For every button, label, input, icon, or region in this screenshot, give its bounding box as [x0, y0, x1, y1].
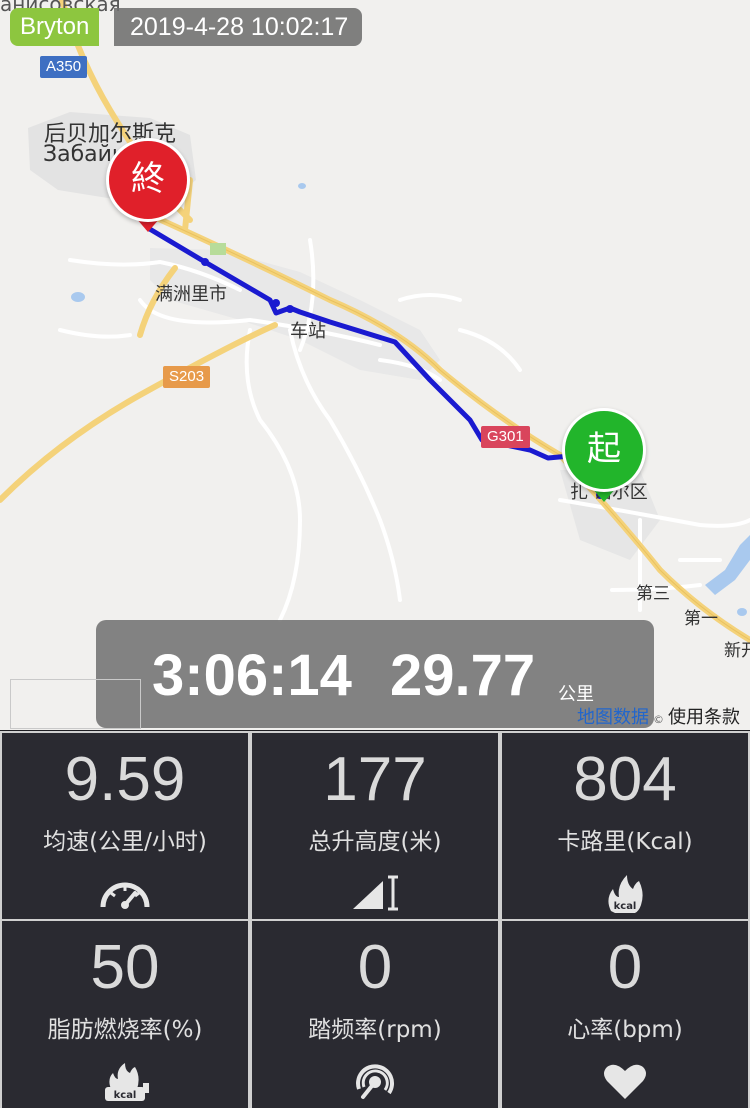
stat-label: 均速(公里/小时) [43, 829, 207, 855]
brand-tag: Bryton [10, 8, 100, 46]
stat-value: 50 [90, 933, 160, 1002]
fat-burn-icon: kcal [99, 1059, 151, 1103]
stat-label: 心率(bpm) [567, 1017, 683, 1043]
stat-label: 踏频率(rpm) [308, 1017, 442, 1043]
stat-label: 卡路里(Kcal) [557, 829, 693, 855]
stat-value: 0 [357, 933, 393, 1002]
activity-screen: анисовская 后贝加尔斯克 Забайка к 满洲里市 车站 扎 诺尔… [0, 0, 750, 1108]
start-marker[interactable]: 起 [562, 408, 646, 492]
terms-link[interactable]: 使用条款 [668, 707, 740, 728]
stat-avg-speed: 9.59 均速(公里/小时) [2, 733, 248, 919]
route-map[interactable]: анисовская 后贝加尔斯克 Забайка к 满洲里市 车站 扎 诺尔… [0, 0, 750, 730]
stat-total-ascent: 177 总升高度(米) [252, 733, 498, 919]
attribution-separator: © [653, 713, 664, 726]
stat-label: 总升高度(米) [308, 829, 442, 855]
road-shield-g301: G301 [481, 426, 530, 448]
map-scale-box [10, 679, 141, 729]
speedometer-icon [99, 871, 151, 915]
stat-label: 脂肪燃烧率(%) [47, 1017, 203, 1043]
stat-value: 804 [573, 745, 677, 814]
map-label-di-san: 第三 [636, 584, 670, 604]
stats-grid: 9.59 均速(公里/小时) 177 总升高度(米) 804 卡路里(Kcal)… [0, 731, 750, 1108]
road-shield-s203: S203 [163, 366, 211, 388]
stat-value: 177 [323, 745, 427, 814]
kcal-flame-icon: kcal [599, 871, 651, 915]
svg-text:kcal: kcal [614, 901, 637, 912]
stat-heart-rate: 0 心率(bpm) [502, 921, 748, 1108]
heart-icon [599, 1059, 651, 1103]
map-data-link[interactable]: 地图数据 [577, 707, 649, 728]
stat-value: 9.59 [64, 745, 186, 814]
map-label-di-yi: 第一 [684, 609, 718, 629]
map-label-xin: 新开 [724, 641, 750, 661]
cadence-icon [349, 1059, 401, 1103]
road-shield-a350: A350 [40, 56, 88, 78]
map-label-manzhouli: 满洲里市 [155, 284, 227, 305]
datetime-tag: 2019-4-28 10:02:17 [114, 8, 363, 46]
stat-calories: 804 卡路里(Kcal) kcal [502, 733, 748, 919]
stat-value: 0 [607, 933, 643, 1002]
total-duration: 3:06:14 [152, 643, 352, 708]
map-attribution: 地图数据 © 使用条款 [577, 703, 740, 729]
elevation-icon [349, 871, 401, 915]
stat-fat-burn: 50 脂肪燃烧率(%) kcal [2, 921, 248, 1108]
summary-panel: 3:06:14 29.77 公里 [96, 620, 654, 728]
svg-text:kcal: kcal [114, 1090, 137, 1101]
total-distance: 29.77 [390, 643, 536, 708]
map-label-station: 车站 [290, 321, 326, 342]
end-marker[interactable]: 終 [106, 138, 190, 222]
stat-cadence: 0 踏频率(rpm) [252, 921, 498, 1108]
